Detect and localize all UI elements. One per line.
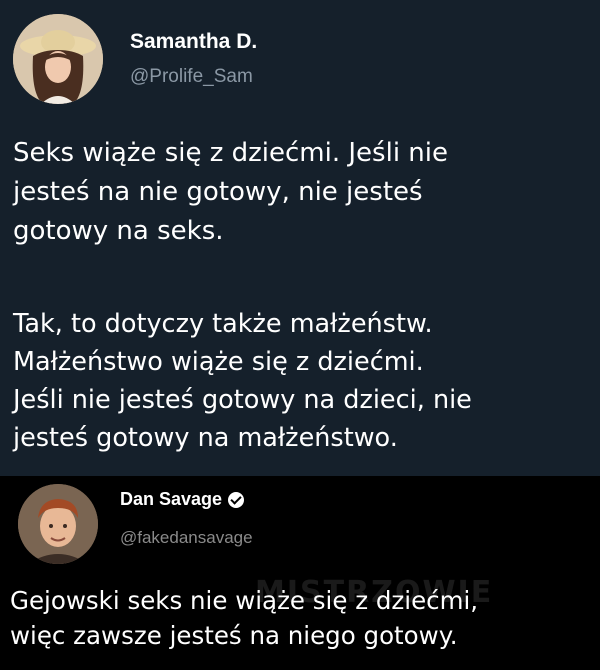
- author-handle[interactable]: @fakedansavage: [120, 528, 253, 548]
- author-name[interactable]: Dan Savage: [120, 489, 222, 510]
- verified-badge-icon: [228, 491, 245, 508]
- avatar[interactable]: [13, 14, 103, 104]
- tweet-text-paragraph-1: Seks wiąże się z dziećmi. Jeśli nie jest…: [13, 138, 449, 246]
- tweet-samantha: Samantha D. @Prolife_Sam Seks wiąże się …: [0, 0, 600, 476]
- author-name[interactable]: Samantha D.: [130, 30, 257, 54]
- avatar[interactable]: [18, 484, 98, 564]
- tweet-text-paragraph-2: Tak, to dotyczy także małżeństw. Małżeńs…: [13, 309, 472, 453]
- tweet-text: Gejowski seks nie wiąże się z dziećmi, w…: [10, 586, 479, 650]
- author-name-row: Dan Savage: [120, 489, 245, 510]
- author-handle[interactable]: @Prolife_Sam: [130, 66, 253, 88]
